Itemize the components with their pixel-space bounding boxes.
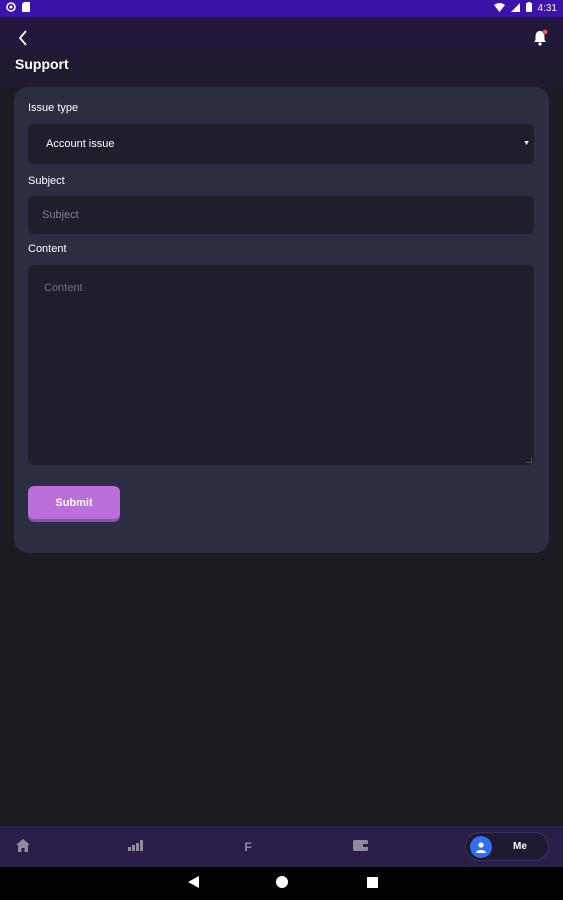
nav-stats[interactable] <box>120 826 150 867</box>
system-recents-button[interactable] <box>365 877 379 891</box>
nav-f[interactable]: F <box>233 826 263 867</box>
content-label: Content <box>28 243 67 255</box>
issue-type-value: Account issue <box>46 138 115 150</box>
nav-me[interactable]: Me <box>465 832 549 861</box>
status-bar: 4:31 <box>0 0 563 17</box>
system-home-button[interactable] <box>275 875 289 893</box>
subject-placeholder: Subject <box>42 209 79 221</box>
bottom-nav: F Me <box>0 826 563 867</box>
battery-icon <box>525 2 532 15</box>
sim-icon <box>22 2 30 15</box>
content-textarea[interactable]: Content <box>28 265 534 465</box>
chevron-left-icon <box>18 29 28 51</box>
status-time: 4:31 <box>537 3 557 14</box>
user-icon <box>470 835 492 858</box>
submit-button[interactable]: Submit <box>28 486 120 519</box>
status-right: 4:31 <box>493 2 557 15</box>
nav-me-label: Me <box>513 841 527 852</box>
f-icon: F <box>244 839 252 854</box>
bar-chart-icon <box>127 839 143 854</box>
bell-icon <box>532 29 548 51</box>
circle-home-icon <box>276 875 288 893</box>
signal-icon <box>510 2 520 15</box>
system-nav-bar <box>0 867 563 900</box>
issue-type-select[interactable]: Account issue ▼ <box>28 124 534 164</box>
page-title: Support <box>15 56 69 72</box>
back-button[interactable] <box>13 29 33 51</box>
home-icon <box>16 838 30 855</box>
subject-label: Subject <box>28 175 65 187</box>
nav-wallet[interactable] <box>345 826 375 867</box>
wifi-icon <box>493 2 505 15</box>
caret-down-icon: ▼ <box>523 140 530 147</box>
notifications-button[interactable] <box>530 29 550 51</box>
support-form-card: Issue type Account issue ▼ Subject Subje… <box>14 87 549 553</box>
system-back-button[interactable] <box>186 875 200 893</box>
issue-type-label: Issue type <box>28 102 79 114</box>
subject-input[interactable]: Subject <box>28 196 534 234</box>
header-background <box>0 17 563 87</box>
status-left <box>6 2 30 15</box>
nav-home[interactable] <box>8 826 38 867</box>
resize-grip-icon[interactable] <box>526 457 532 463</box>
wallet-icon <box>352 839 368 854</box>
triangle-back-icon <box>187 875 199 893</box>
square-recents-icon <box>366 875 378 893</box>
settings-icon <box>6 2 16 15</box>
content-placeholder: Content <box>44 282 83 294</box>
